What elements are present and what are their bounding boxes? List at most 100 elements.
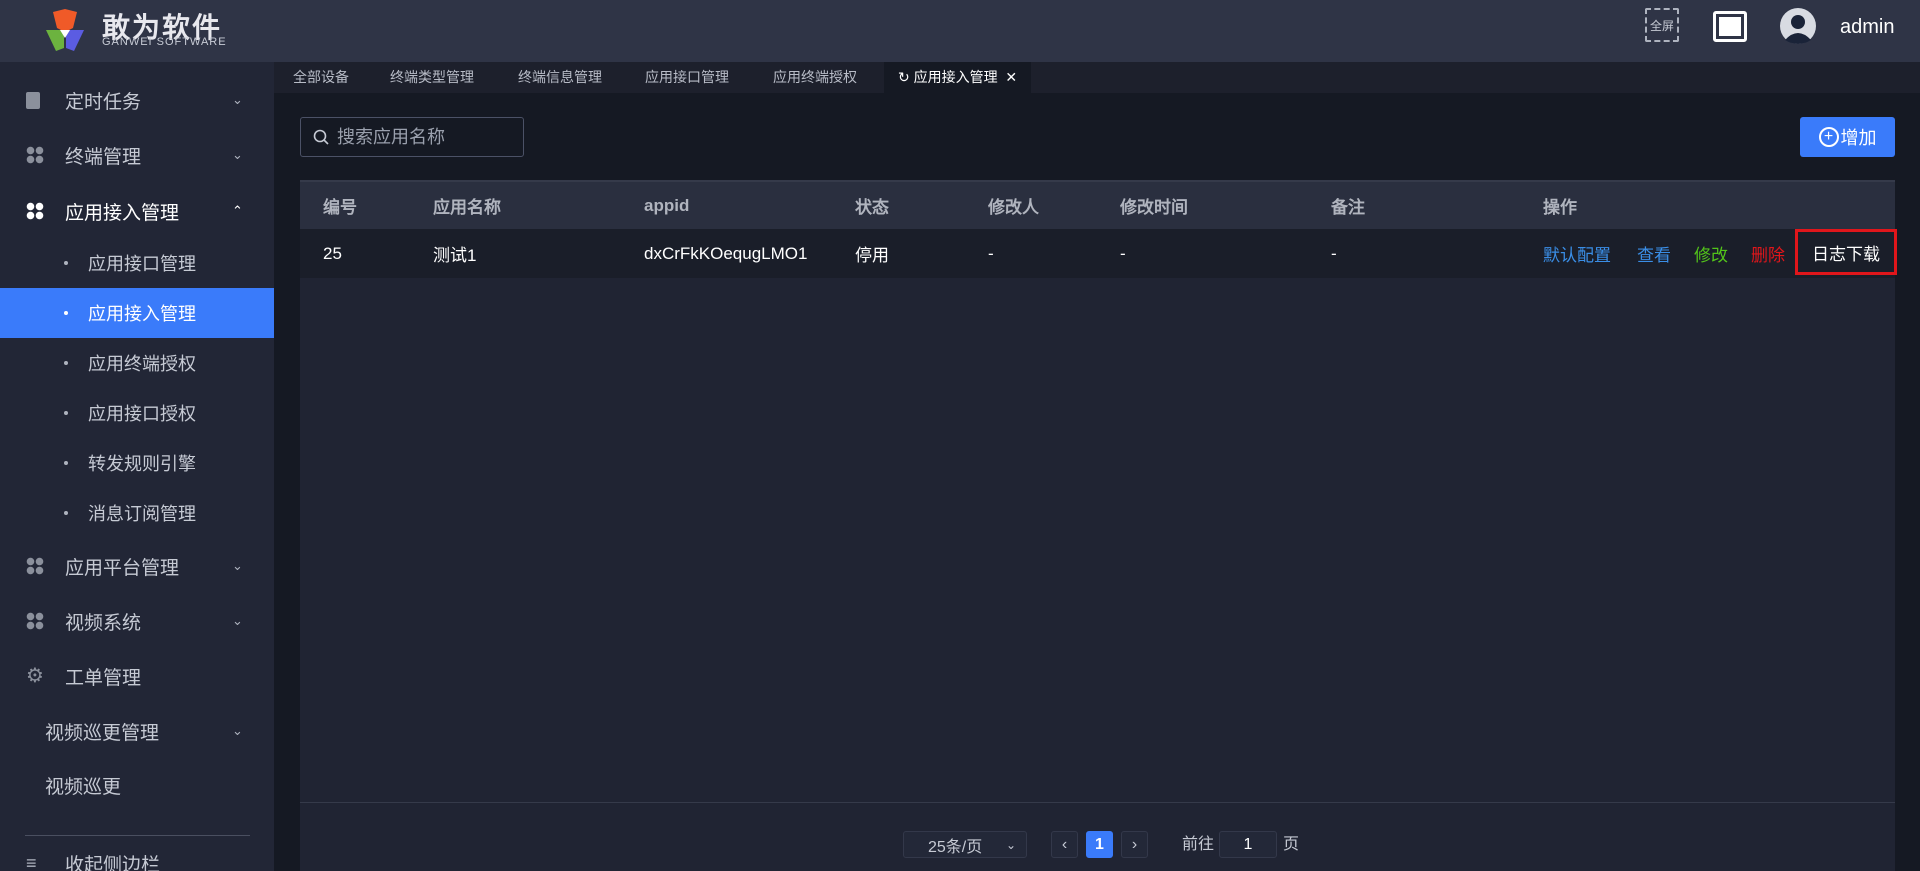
column-header-id: 编号 — [323, 198, 357, 217]
chevron-right-icon: › — [1131, 835, 1138, 853]
goto-page-input[interactable]: 1 — [1219, 831, 1277, 858]
search-icon — [313, 129, 329, 145]
edit-link[interactable]: 修改 — [1694, 229, 1728, 278]
sidebar-item-scheduled-tasks[interactable]: 定时任务 ⌄ — [0, 75, 274, 125]
view-link[interactable]: 查看 — [1637, 229, 1671, 278]
chevron-down-icon: ⌄ — [232, 723, 243, 738]
chevron-down-icon: ⌄ — [232, 558, 243, 573]
sidebar-item-label: 消息订阅管理 — [88, 504, 196, 524]
fullscreen-toggle-icon[interactable]: 全屏 — [1645, 8, 1679, 42]
tab-app-interface[interactable]: 应用接口管理 — [645, 62, 729, 93]
tab-bar: 全部设备 终端类型管理 终端信息管理 应用接口管理 应用终端授权 ↻ 应用接入管… — [274, 62, 1920, 93]
maximize-icon[interactable] — [1713, 11, 1747, 42]
sidebar-item-video-patrol-management[interactable]: 视频巡更管理 ⌄ — [0, 706, 274, 756]
tab-all-devices[interactable]: 全部设备 — [293, 62, 349, 93]
close-icon[interactable]: ✕ — [1005, 69, 1017, 85]
column-header-modified-time: 修改时间 — [1120, 198, 1188, 217]
cell-name: 测试1 — [433, 246, 477, 265]
refresh-icon[interactable]: ↻ — [898, 69, 910, 85]
sidebar-item-app-access-management[interactable]: 应用接入管理 ⌃ — [0, 186, 274, 236]
cell-modifier: - — [988, 243, 994, 263]
column-header-remark: 备注 — [1331, 198, 1365, 217]
sidebar-subitem-app-terminal-auth[interactable]: 应用终端授权 — [0, 338, 274, 388]
tab-app-access-management[interactable]: ↻ 应用接入管理 ✕ — [884, 62, 1032, 93]
chevron-down-icon: ⌄ — [232, 92, 243, 107]
sidebar-subitem-app-interface-auth[interactable]: 应用接口授权 — [0, 388, 274, 438]
grid-icon — [26, 612, 44, 630]
search-box[interactable] — [300, 117, 524, 157]
sidebar-item-label: 视频系统 — [65, 612, 142, 634]
user-avatar[interactable] — [1780, 8, 1816, 44]
table-header: 编号 应用名称 appid 状态 修改人 修改时间 备注 操作 — [300, 180, 1895, 229]
task-icon — [26, 91, 40, 109]
bullet-icon — [64, 311, 68, 315]
sidebar-item-app-platform-management[interactable]: 应用平台管理 ⌄ — [0, 541, 274, 591]
username[interactable]: admin — [1840, 16, 1894, 39]
column-header-status: 状态 — [855, 198, 889, 217]
bullet-icon — [64, 511, 68, 515]
sidebar: 定时任务 ⌄ 终端管理 ⌄ 应用接入管理 ⌃ 应用接口管理 应用接入管理 应用终端授权… — [0, 62, 274, 871]
brand-subtitle: GANWEI SOFTWARE — [102, 36, 227, 48]
page-size-value: 25条/页 — [928, 838, 983, 856]
grid-icon — [26, 557, 44, 575]
apps-table: 编号 应用名称 appid 状态 修改人 修改时间 备注 操作 25 测试1 d… — [300, 180, 1897, 871]
goto-label: 前往 — [1182, 836, 1215, 853]
grid-icon — [26, 202, 44, 220]
sidebar-item-label: 视频巡更管理 — [45, 722, 160, 744]
sidebar-item-label: 定时任务 — [65, 91, 142, 113]
tab-app-terminal-auth[interactable]: 应用终端授权 — [773, 62, 857, 93]
collapse-sidebar-label: 收起侧边栏 — [65, 854, 161, 871]
page-1-button[interactable]: 1 — [1086, 831, 1113, 858]
top-header: 敢为软件 GANWEI SOFTWARE 全屏 admin — [0, 0, 1920, 62]
chevron-down-icon: ⌄ — [1005, 837, 1016, 852]
ganwei-logo — [46, 9, 84, 51]
bullet-icon — [64, 411, 68, 415]
bullet-icon — [64, 461, 68, 465]
bullet-icon — [64, 361, 68, 365]
sidebar-item-label: 终端管理 — [65, 146, 142, 168]
sidebar-subitem-forwarding-rules[interactable]: 转发规则引擎 — [0, 438, 274, 488]
sidebar-item-video-system[interactable]: 视频系统 ⌄ — [0, 596, 274, 646]
tab-label: 应用接入管理 — [913, 69, 998, 85]
column-header-actions: 操作 — [1543, 198, 1577, 217]
column-header-appid: appid — [644, 195, 690, 215]
log-download-link[interactable]: 日志下载 — [1795, 229, 1897, 275]
chevron-down-icon: ⌄ — [232, 613, 243, 628]
tab-terminal-types[interactable]: 终端类型管理 — [390, 62, 474, 93]
cell-appid: dxCrFkKOequgLMO1 — [644, 243, 808, 263]
sidebar-item-terminal-management[interactable]: 终端管理 ⌄ — [0, 130, 274, 180]
sidebar-subitem-app-interface-management[interactable]: 应用接口管理 — [0, 238, 274, 288]
tab-terminal-info[interactable]: 终端信息管理 — [518, 62, 602, 93]
sidebar-item-label: 应用接口管理 — [88, 254, 196, 274]
prev-page-button[interactable]: ‹ — [1051, 831, 1078, 858]
collapse-menu-icon: ≡ — [26, 853, 37, 871]
sidebar-subitem-app-access-management[interactable]: 应用接入管理 — [0, 288, 274, 338]
gear-icon: ⚙ — [26, 665, 44, 687]
table-row: 25 测试1 dxCrFkKOequgLMO1 停用 - - - 默认配置 查看… — [300, 229, 1897, 278]
column-header-name: 应用名称 — [433, 198, 501, 217]
sidebar-item-label: 视频巡更 — [45, 776, 122, 798]
plus-circle-icon: + — [1818, 127, 1839, 147]
sidebar-item-label: 应用接口授权 — [88, 404, 196, 424]
sidebar-item-work-order-management[interactable]: ⚙ 工单管理 — [0, 651, 274, 701]
cell-remark: - — [1331, 243, 1337, 263]
collapse-sidebar-button[interactable]: ≡ 收起侧边栏 — [0, 838, 274, 871]
table-footer-divider — [300, 802, 1895, 803]
fullscreen-label: 全屏 — [1649, 18, 1674, 33]
next-page-button[interactable]: › — [1121, 831, 1148, 858]
sidebar-subitem-message-subscription[interactable]: 消息订阅管理 — [0, 488, 274, 538]
delete-link[interactable]: 删除 — [1751, 229, 1785, 278]
grid-icon — [26, 146, 44, 164]
page-size-select[interactable]: 25条/页 ⌄ — [903, 831, 1027, 858]
bullet-icon — [64, 261, 68, 265]
cell-status: 停用 — [855, 246, 889, 265]
search-input[interactable] — [337, 126, 517, 148]
cell-modified-time: - — [1120, 243, 1126, 263]
default-config-link[interactable]: 默认配置 — [1543, 229, 1611, 278]
chevron-up-icon: ⌃ — [232, 203, 243, 218]
chevron-down-icon: ⌄ — [232, 147, 243, 162]
sidebar-item-video-patrol[interactable]: 视频巡更 — [0, 760, 274, 810]
add-button[interactable]: + 增加 — [1800, 117, 1895, 157]
sidebar-divider — [25, 835, 250, 836]
chevron-left-icon: ‹ — [1061, 835, 1068, 853]
